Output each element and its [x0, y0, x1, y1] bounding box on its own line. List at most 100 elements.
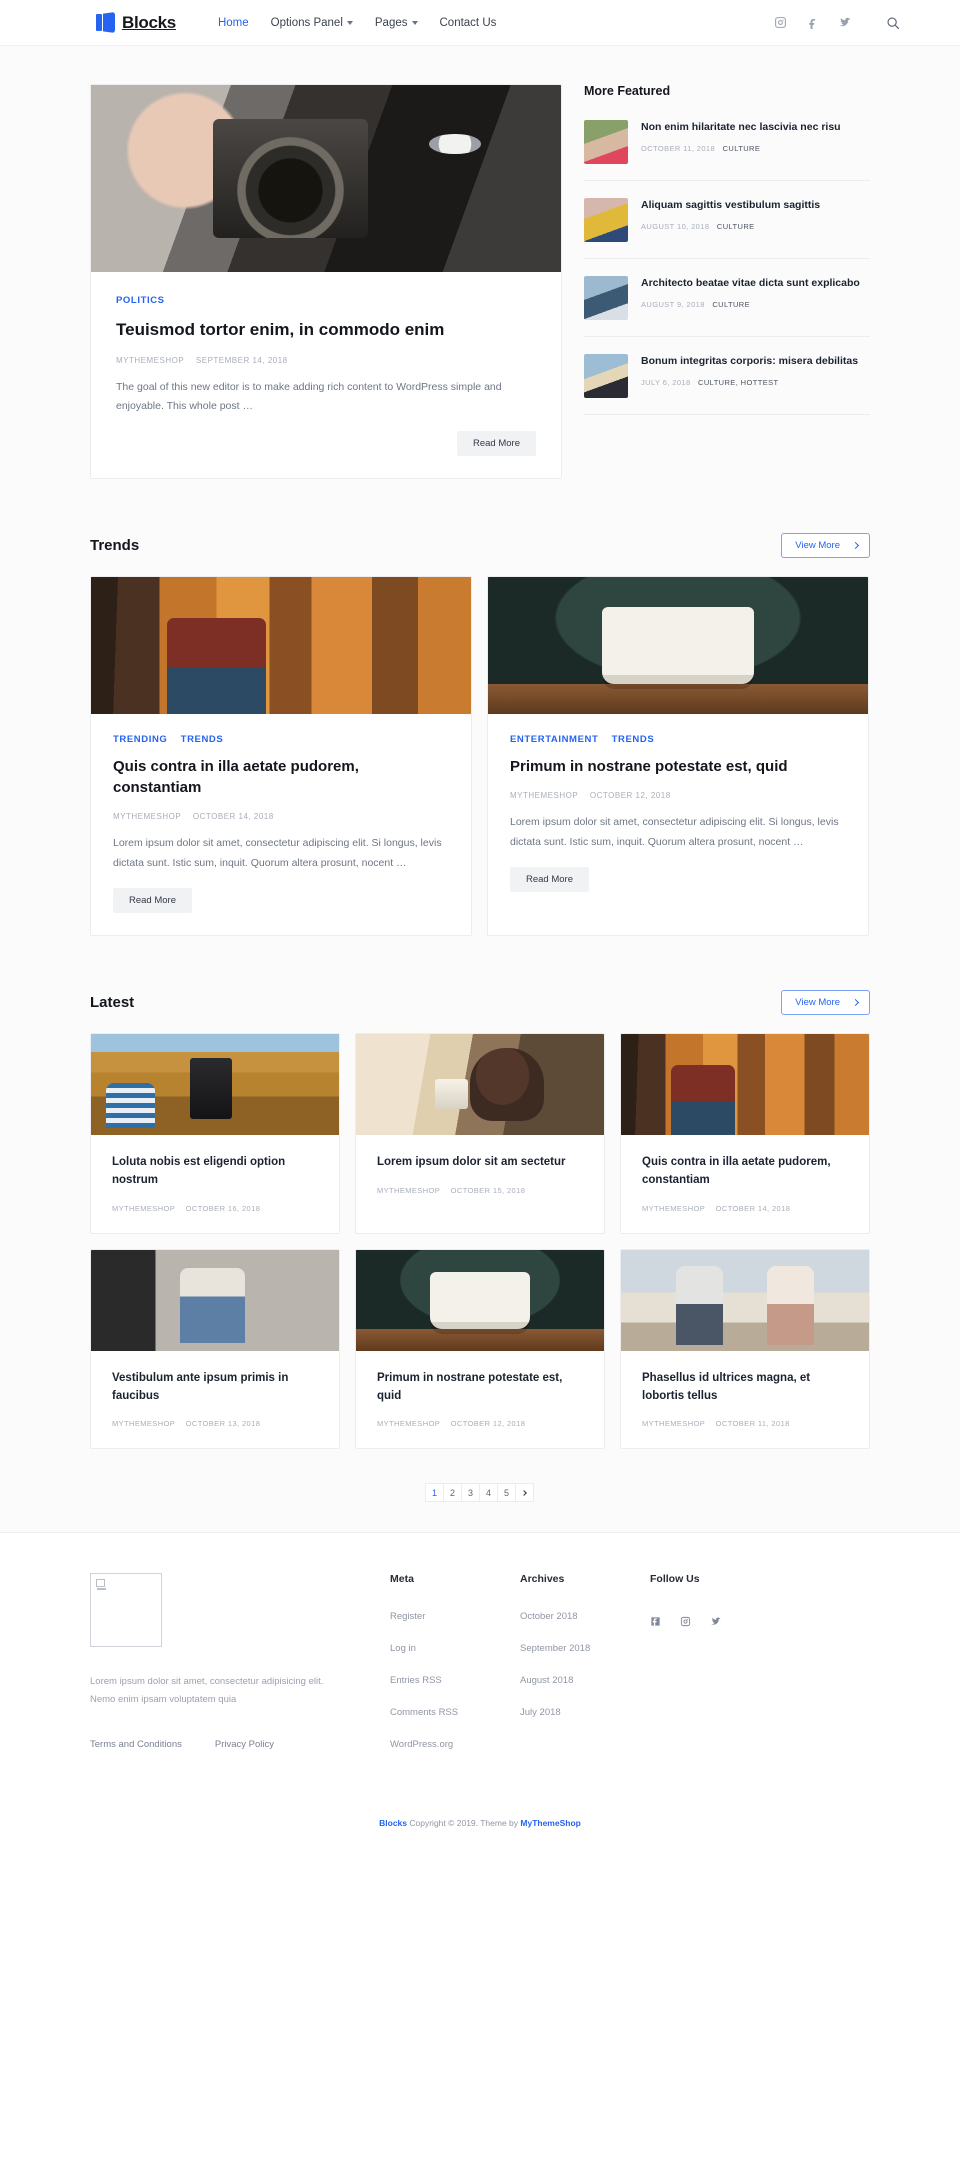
facebook-icon[interactable] [806, 16, 819, 29]
publish-date: OCTOBER 14, 2018 [192, 812, 274, 822]
latest-card[interactable]: Loluta nobis est eligendi option nostrum… [90, 1033, 340, 1234]
latest-view-more-button[interactable]: View More [781, 990, 870, 1016]
footer-meta-column: Meta Register Log in Entries RSS Comment… [390, 1573, 520, 1766]
latest-card-title[interactable]: Quis contra in illa aetate pudorem, cons… [642, 1154, 848, 1190]
instagram-icon[interactable] [680, 1614, 691, 1627]
sidebar-post-text: Non enim hilaritate nec lascivia nec ris… [641, 120, 870, 153]
list-item: July 2018 [520, 1702, 650, 1720]
privacy-policy-link[interactable]: Privacy Policy [215, 1739, 274, 1750]
author-name: MYTHEMESHOP [510, 791, 579, 801]
nav-item-label: Contact Us [439, 16, 497, 29]
meta-link-comments-rss[interactable]: Comments RSS [390, 1707, 458, 1718]
terms-and-conditions-link[interactable]: Terms and Conditions [90, 1739, 182, 1750]
pagination-page-5[interactable]: 5 [497, 1483, 516, 1503]
latest-card[interactable]: Quis contra in illa aetate pudorem, cons… [620, 1033, 870, 1234]
sidebar-post-meta: AUGUST 9, 2018 CULTURE [641, 300, 870, 309]
sidebar-post-title[interactable]: Non enim hilaritate nec lascivia nec ris… [641, 120, 870, 136]
category-link[interactable]: ENTERTAINMENT [510, 734, 598, 745]
category-link[interactable]: POLITICS [116, 295, 165, 306]
archive-link-august-2018[interactable]: August 2018 [520, 1675, 573, 1686]
nav-item-pages[interactable]: Pages [375, 17, 418, 29]
latest-card[interactable]: Phasellus id ultrices magna, et lobortis… [620, 1248, 870, 1450]
site-header: Blocks Home Options Panel Pages Contact … [0, 0, 960, 46]
nav-item-home[interactable]: Home [218, 17, 249, 29]
category-label[interactable]: CULTURE, HOTTEST [698, 378, 778, 387]
read-more-button[interactable]: Read More [113, 888, 192, 914]
sidebar-post-item[interactable]: Architecto beatae vitae dicta sunt expli… [584, 259, 870, 337]
sidebar-post-meta: JULY 6, 2018 CULTURE, HOTTEST [641, 378, 870, 387]
category-label[interactable]: CULTURE [712, 300, 750, 309]
latest-grid: Loluta nobis est eligendi option nostrum… [90, 1033, 870, 1450]
latest-card-title[interactable]: Primum in nostrane potestate est, quid [377, 1370, 583, 1406]
sidebar-post-title[interactable]: Architecto beatae vitae dicta sunt expli… [641, 276, 870, 292]
latest-card-title[interactable]: Loluta nobis est eligendi option nostrum [112, 1154, 318, 1190]
sidebar-post-title[interactable]: Bonum integritas corporis: misera debili… [641, 354, 870, 370]
archive-link-july-2018[interactable]: July 2018 [520, 1707, 561, 1718]
search-icon[interactable] [886, 16, 900, 30]
publish-date: OCTOBER 12, 2018 [589, 791, 671, 801]
footer-columns: Lorem ipsum dolor sit amet, consectetur … [90, 1573, 870, 1766]
footer-archives-column: Archives October 2018 September 2018 Aug… [520, 1573, 650, 1766]
twitter-icon[interactable] [710, 1614, 721, 1626]
trend-card[interactable]: ENTERTAINMENT TRENDS Primum in nostrane … [487, 575, 869, 937]
header-actions [774, 16, 900, 30]
sidebar-post-title[interactable]: Aliquam sagittis vestibulum sagittis [641, 198, 870, 214]
trend-readmore-wrap: Read More [510, 866, 846, 892]
featured-article-card[interactable]: POLITICS Teuismod tortor enim, in commod… [90, 84, 562, 479]
facebook-icon[interactable] [650, 1614, 661, 1627]
latest-card-title[interactable]: Phasellus id ultrices magna, et lobortis… [642, 1370, 848, 1406]
sidebar-post-item[interactable]: Aliquam sagittis vestibulum sagittis AUG… [584, 181, 870, 259]
category-link[interactable]: TRENDS [181, 734, 224, 745]
publish-date: OCTOBER 12, 2018 [450, 1419, 526, 1429]
pagination-page-4[interactable]: 4 [479, 1483, 498, 1503]
footer-meta-heading: Meta [390, 1573, 414, 1586]
category-label[interactable]: CULTURE [717, 222, 755, 231]
category-label[interactable]: CULTURE [723, 144, 761, 153]
twitter-icon[interactable] [838, 16, 851, 29]
category-link[interactable]: TRENDING [113, 734, 167, 745]
read-more-button[interactable]: Read More [457, 430, 536, 456]
trends-section: TRENDING TRENDS Quis contra in illa aeta… [90, 575, 870, 937]
instagram-icon[interactable] [774, 16, 787, 29]
latest-card-title[interactable]: Vestibulum ante ipsum primis in faucibus [112, 1370, 318, 1406]
pagination-page-1[interactable]: 1 [425, 1483, 444, 1503]
pagination-page-3[interactable]: 3 [461, 1483, 480, 1503]
meta-link-login[interactable]: Log in [390, 1643, 416, 1654]
category-link[interactable]: TRENDS [612, 734, 655, 745]
read-more-button[interactable]: Read More [510, 866, 589, 892]
pagination-next-button[interactable] [515, 1483, 534, 1503]
trend-card-title[interactable]: Quis contra in illa aetate pudorem, cons… [113, 756, 449, 799]
pagination-page-2[interactable]: 2 [443, 1483, 462, 1503]
nav-item-contact-us[interactable]: Contact Us [440, 17, 497, 29]
featured-article-title[interactable]: Teuismod tortor enim, in commodo enim [116, 319, 536, 342]
archive-link-october-2018[interactable]: October 2018 [520, 1611, 578, 1622]
sidebar-post-item[interactable]: Bonum integritas corporis: misera debili… [584, 337, 870, 415]
sidebar-post-thumbnail [584, 120, 628, 164]
nav-item-options-panel[interactable]: Options Panel [271, 17, 353, 29]
footer-archives-heading: Archives [520, 1573, 565, 1586]
trend-category-list: TRENDING TRENDS [113, 734, 449, 745]
trends-section-header: Trends View More [90, 532, 870, 558]
latest-card[interactable]: Primum in nostrane potestate est, quid M… [355, 1248, 605, 1450]
main-navigation: Home Options Panel Pages Contact Us [218, 17, 496, 29]
archive-link-september-2018[interactable]: September 2018 [520, 1643, 590, 1654]
sidebar-post-item[interactable]: Non enim hilaritate nec lascivia nec ris… [584, 103, 870, 181]
theme-author-link[interactable]: MyThemeShop [520, 1818, 580, 1828]
latest-card-image [621, 1034, 869, 1136]
author-name: MYTHEMESHOP [113, 812, 182, 822]
trend-card-title[interactable]: Primum in nostrane potestate est, quid [510, 756, 846, 777]
latest-card[interactable]: Vestibulum ante ipsum primis in faucibus… [90, 1248, 340, 1450]
latest-card-title[interactable]: Lorem ipsum dolor sit am sectetur [377, 1154, 583, 1172]
latest-card[interactable]: Lorem ipsum dolor sit am sectetur MYTHEM… [355, 1033, 605, 1234]
meta-link-entries-rss[interactable]: Entries RSS [390, 1675, 442, 1686]
trends-view-more-button[interactable]: View More [781, 532, 870, 558]
site-logo[interactable]: Blocks [96, 12, 176, 33]
trend-card-body: ENTERTAINMENT TRENDS Primum in nostrane … [488, 714, 868, 914]
trend-card[interactable]: TRENDING TRENDS Quis contra in illa aeta… [90, 575, 472, 937]
copyright-brand-link[interactable]: Blocks [379, 1818, 407, 1828]
sidebar-post-thumbnail [584, 198, 628, 242]
footer-meta-list: Register Log in Entries RSS Comments RSS… [390, 1606, 520, 1752]
more-featured-sidebar: More Featured Non enim hilaritate nec la… [584, 84, 870, 415]
meta-link-register[interactable]: Register [390, 1611, 425, 1622]
meta-link-wordpress-org[interactable]: WordPress.org [390, 1739, 453, 1750]
